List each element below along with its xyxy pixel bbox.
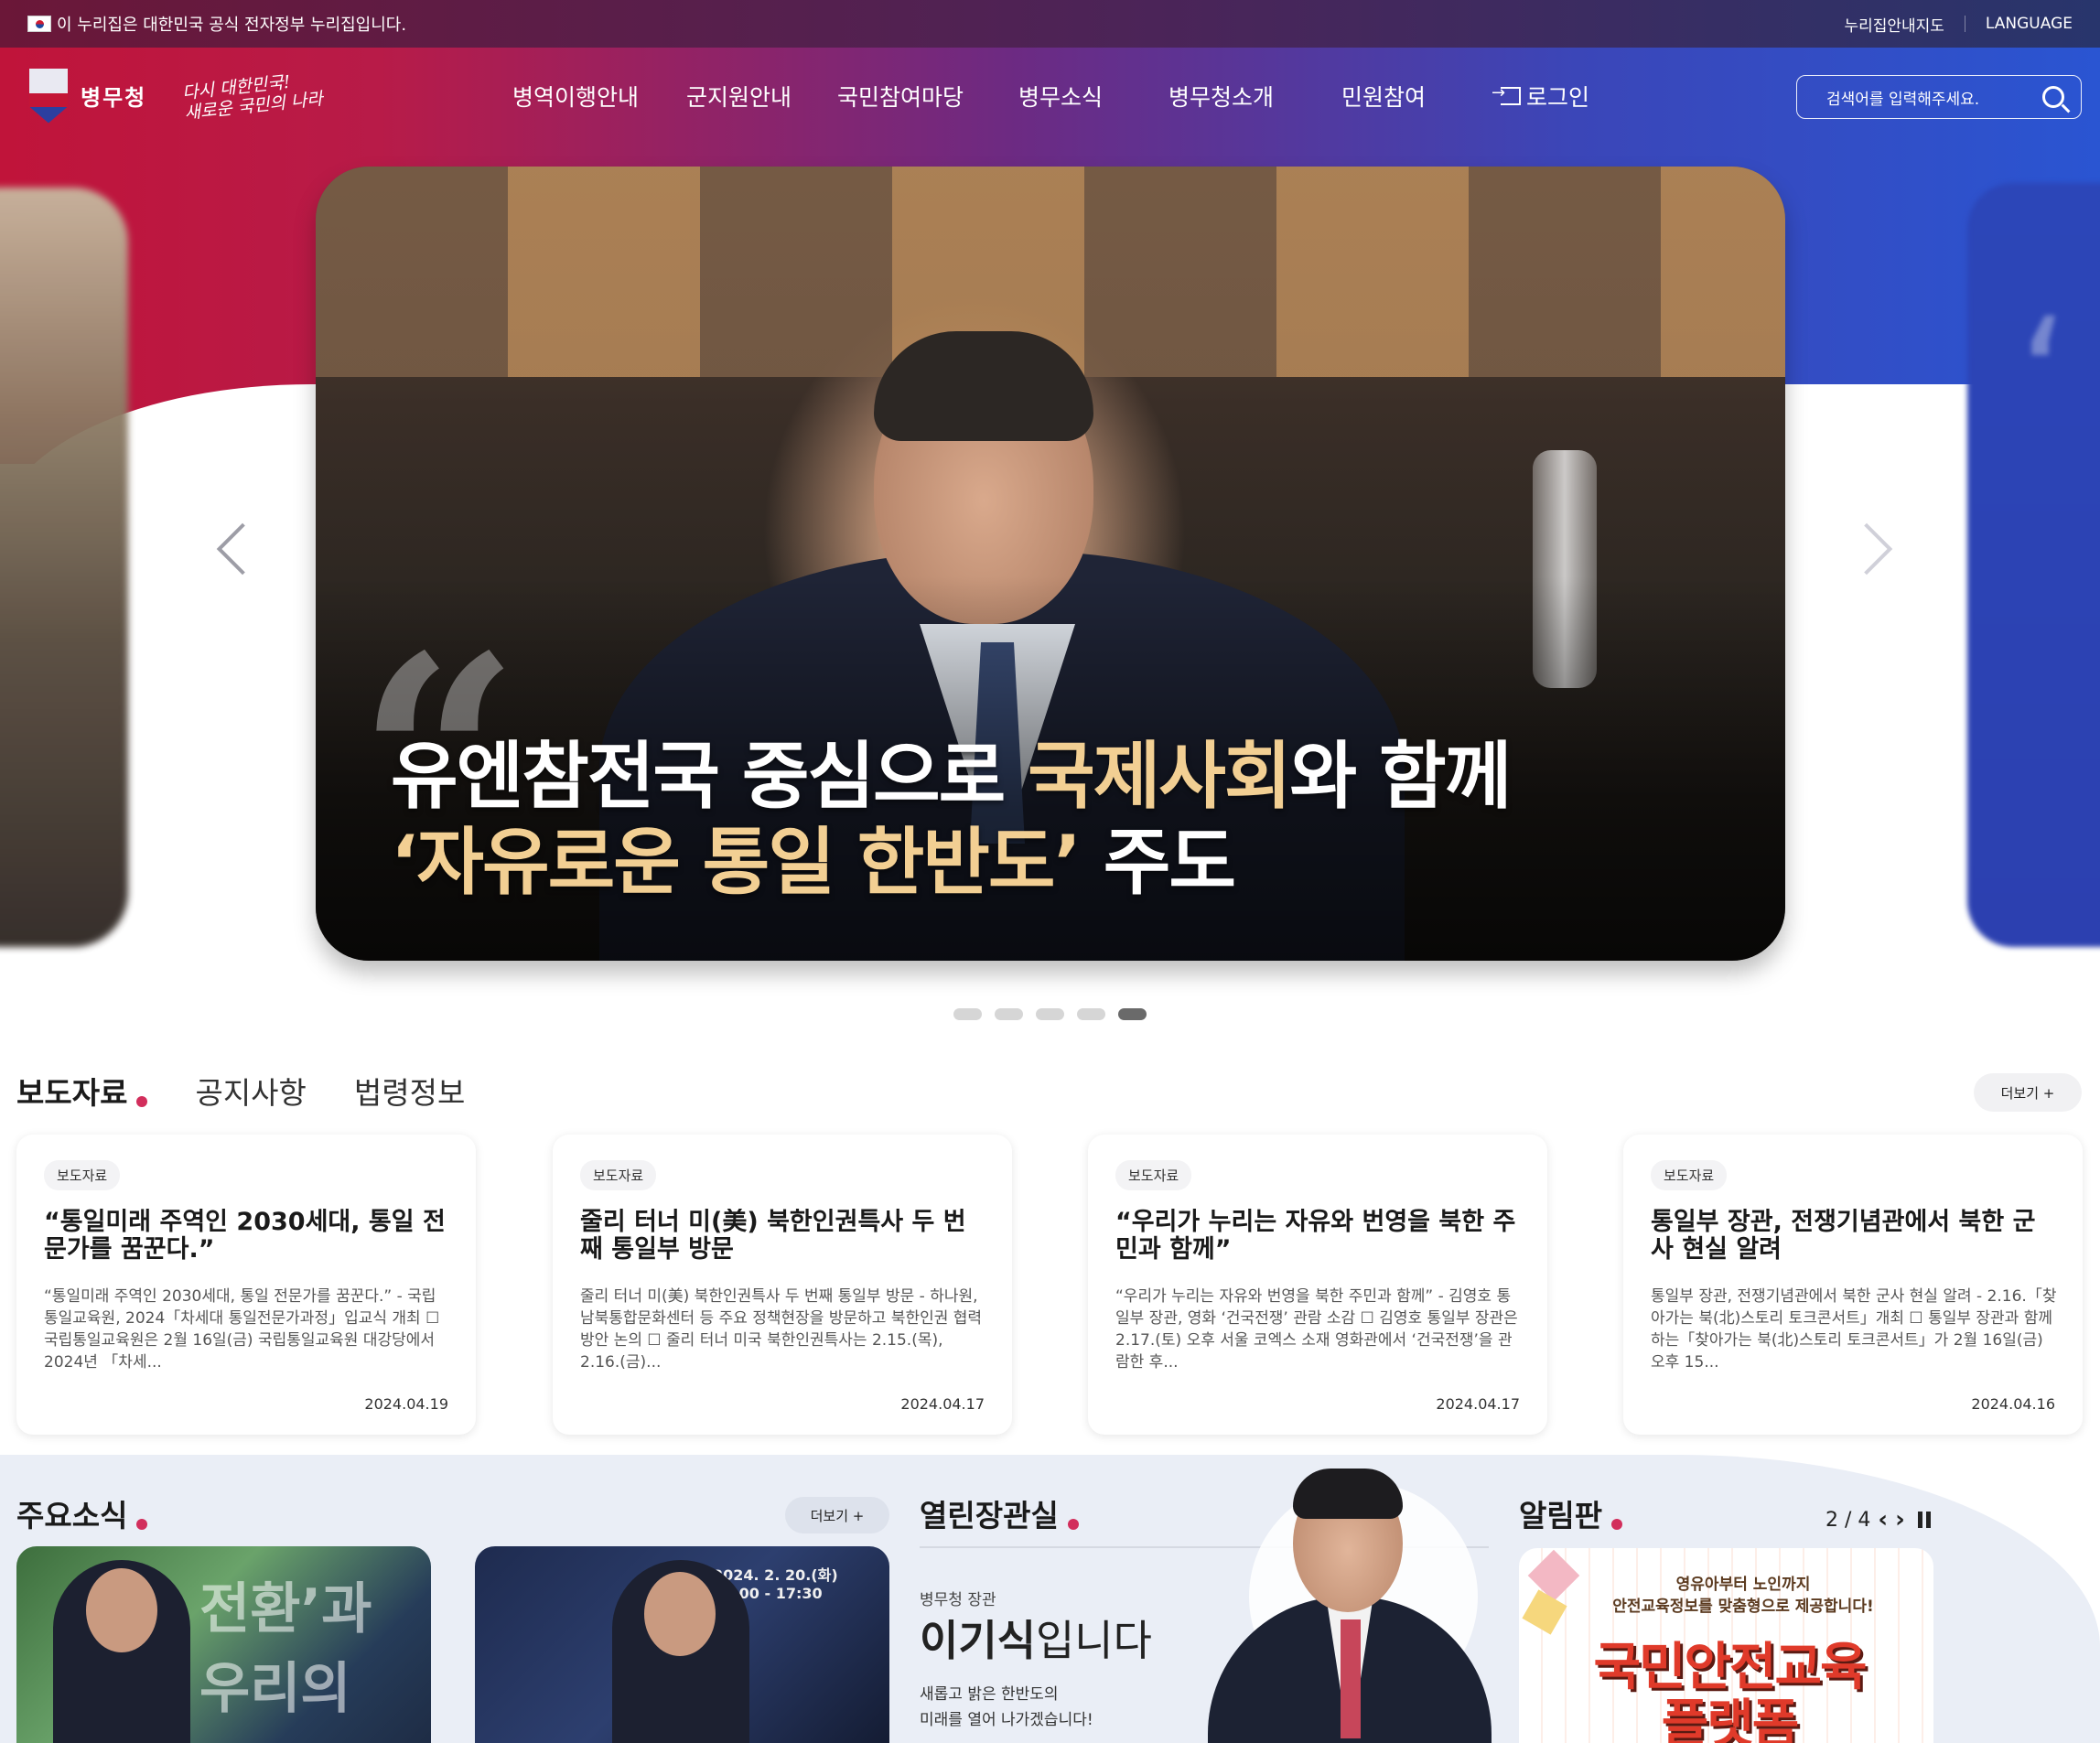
minister-message: 새롭고 밝은 한반도의 미래를 열어 나가겠습니다!: [920, 1685, 1093, 1729]
tab-legal-info[interactable]: 법령정보: [354, 1069, 465, 1113]
minister-name[interactable]: 이기식입니다: [920, 1608, 1152, 1668]
site-header: 병무청 다시 대한민국! 새로운 국민의 나라 병역이행안내 군지원안내 국민참…: [0, 48, 2100, 144]
news-card-list: 보도자료 “통일미래 주역인 2030세대, 통일 전문가를 꿈꾼다.” “통일…: [16, 1135, 2084, 1435]
carousel-next-slide-preview[interactable]: [1967, 183, 2100, 947]
news-card[interactable]: 보도자료 “우리가 누리는 자유와 번영을 북한 주민과 함께” “우리가 누리…: [1088, 1135, 1547, 1435]
minister-role: 병무청 장관: [920, 1591, 996, 1609]
card-summary: “통일미래 주역인 2030세대, 통일 전문가를 꿈꾼다.” - 국립통일교육…: [44, 1287, 440, 1372]
news-tabs: 보도자료 공지사항 법령정보: [16, 1069, 465, 1113]
slide-photo-hair: [874, 331, 1093, 441]
nav-item-military-application[interactable]: 군지원안내: [686, 80, 792, 113]
pause-icon[interactable]: [1917, 1512, 1931, 1528]
carousel-dot[interactable]: [1077, 1008, 1105, 1020]
notice-board-banner[interactable]: 영유아부터 노인까지 안전교육정보를 맞춤형으로 제공합니다! 국민안전교육 플…: [1519, 1548, 1933, 1743]
card-badge: 보도자료: [1115, 1160, 1192, 1190]
minister-office-title: 열린장관실: [920, 1491, 1079, 1535]
logo-text: 병무청: [81, 85, 147, 111]
thumbnail-face: [644, 1572, 716, 1656]
banner-deco-shape: [1522, 1589, 1567, 1635]
search-placeholder: 검색어를 입력해주세요.: [1826, 90, 1980, 109]
card-badge: 보도자료: [44, 1160, 121, 1190]
carousel-dot[interactable]: [953, 1008, 982, 1020]
card-summary: “우리가 누리는 자유와 번영을 북한 주민과 함께” - 김영호 통일부 장관…: [1115, 1287, 1518, 1372]
news-card[interactable]: 보도자료 줄리 터너 미(美) 북한인권특사 두 번째 통일부 방문 줄리 터너…: [553, 1135, 1012, 1435]
site-logo[interactable]: 병무청 다시 대한민국! 새로운 국민의 나라: [29, 68, 324, 124]
nav-item-service-guide[interactable]: 병역이행안내: [512, 80, 639, 113]
main-news-more-button[interactable]: 더보기 +: [785, 1497, 889, 1533]
nav-item-civil-participation[interactable]: 민원참여: [1341, 80, 1426, 113]
notice-board-pager: 2 / 4 ‹ ›: [1825, 1508, 1931, 1532]
sitemap-link[interactable]: 누리집안내지도: [1844, 13, 1944, 36]
notice-page-indicator: 2 / 4: [1825, 1508, 1871, 1532]
news-more-button[interactable]: 더보기 +: [1974, 1073, 2082, 1112]
card-date: 2024.04.19: [364, 1395, 448, 1413]
tab-press-release[interactable]: 보도자료: [16, 1069, 148, 1113]
news-card[interactable]: 보도자료 “통일미래 주역인 2030세대, 통일 전문가를 꿈꾼다.” “통일…: [16, 1135, 476, 1435]
search-icon[interactable]: [2042, 86, 2064, 108]
card-date: 2024.04.17: [900, 1395, 985, 1413]
chevron-left-icon[interactable]: ‹: [1878, 1508, 1888, 1532]
main-news-thumbnail[interactable]: 2024. 2. 20.(화) 15:00 - 17:30: [475, 1546, 889, 1743]
card-title[interactable]: “통일미래 주역인 2030세대, 통일 전문가를 꿈꾼다.”: [44, 1209, 450, 1264]
nav-item-public-participation[interactable]: 국민참여마당: [837, 80, 964, 113]
slide-title-line-1: 유엔참전국 중심으로 국제사회와 함께: [391, 734, 1512, 819]
login-label: 로그인: [1526, 83, 1590, 111]
thumbnail-face: [86, 1568, 157, 1652]
card-summary: 통일부 장관, 전쟁기념관에서 북한 군사 현실 알려 - 2.16.「찾아가는…: [1651, 1287, 2057, 1372]
notice-board-title: 알림판: [1519, 1491, 1623, 1535]
minister-photo: [1199, 1464, 1501, 1743]
card-title[interactable]: 줄리 터너 미(美) 북한인권특사 두 번째 통일부 방문: [580, 1209, 986, 1264]
card-badge: 보도자료: [580, 1160, 657, 1190]
banner-subtitle: 영유아부터 노인까지 안전교육정보를 맞춤형으로 제공합니다!: [1612, 1576, 1874, 1616]
card-date: 2024.04.16: [1971, 1395, 2055, 1413]
slogan: 다시 대한민국! 새로운 국민의 나라: [181, 69, 324, 123]
carousel-active-slide[interactable]: “ 유엔참전국 중심으로 국제사회와 함께 ‘자유로운 통일 한반도’ 주도: [316, 167, 1785, 961]
chevron-right-icon[interactable]: ›: [1895, 1508, 1905, 1532]
thumbnail-sign-text: 전환’과 우리의: [199, 1577, 372, 1721]
main-news-thumbnail[interactable]: 전환’과 우리의: [16, 1546, 431, 1743]
korea-flag-icon: [27, 16, 51, 32]
carousel-dot[interactable]: [1036, 1008, 1064, 1020]
carousel-pagination: [953, 1008, 1147, 1020]
card-summary: 줄리 터너 미(美) 북한인권특사 두 번째 통일부 방문 - 하나원, 남북통…: [580, 1287, 983, 1372]
login-button[interactable]: 로그인: [1492, 80, 1590, 113]
card-badge: 보도자료: [1651, 1160, 1728, 1190]
card-date: 2024.04.17: [1436, 1395, 1520, 1413]
banner-title: 국민안전교육 플랫폼: [1593, 1638, 1867, 1743]
gov-banner: 이 누리집은 대한민국 공식 전자정부 누리집입니다. 누리집안내지도 LANG…: [0, 0, 2100, 48]
slide-title: 유엔참전국 중심으로 국제사회와 함께 ‘자유로운 통일 한반도’ 주도: [391, 734, 1512, 906]
carousel-dot[interactable]: [995, 1008, 1023, 1020]
main-news-title: 주요소식: [16, 1491, 148, 1535]
carousel-dot-active[interactable]: [1118, 1008, 1147, 1020]
logo-emblem-icon: [29, 68, 68, 124]
search-input[interactable]: 검색어를 입력해주세요.: [1796, 75, 2082, 119]
gov-banner-text[interactable]: 이 누리집은 대한민국 공식 전자정부 누리집입니다.: [57, 12, 406, 36]
card-title[interactable]: 통일부 장관, 전쟁기념관에서 북한 군사 현실 알려: [1651, 1209, 2057, 1264]
tab-notices[interactable]: 공지사항: [195, 1069, 306, 1113]
nav-item-news[interactable]: 병무소식: [1018, 80, 1103, 113]
news-card[interactable]: 보도자료 통일부 장관, 전쟁기념관에서 북한 군사 현실 알려 통일부 장관,…: [1623, 1135, 2083, 1435]
gov-utility-links: 누리집안내지도 LANGUAGE: [1844, 13, 2073, 36]
nav-item-about[interactable]: 병무청소개: [1168, 80, 1274, 113]
language-link[interactable]: LANGUAGE: [1986, 15, 2073, 33]
login-icon: [1492, 83, 1521, 105]
card-title[interactable]: “우리가 누리는 자유와 번영을 북한 주민과 함께”: [1115, 1209, 1522, 1264]
slide-title-line-2: ‘자유로운 통일 한반도’ 주도: [391, 820, 1236, 905]
carousel-prev-slide-preview[interactable]: [0, 188, 128, 947]
